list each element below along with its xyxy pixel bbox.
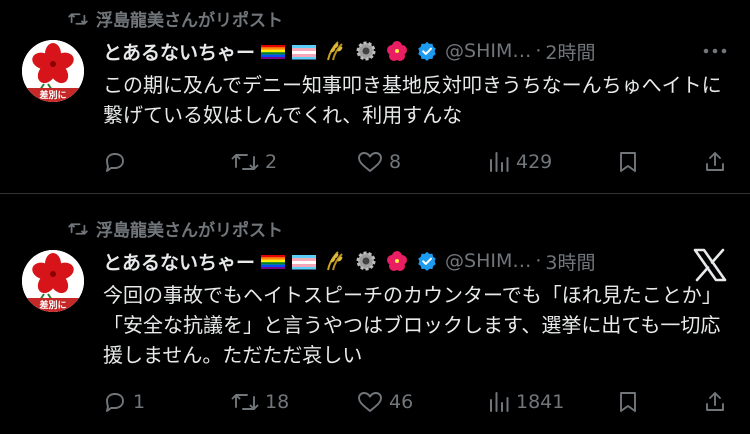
like-button[interactable]: 8 [357,150,401,174]
repost-icon [231,154,259,170]
timestamp[interactable]: 3時間 [545,248,595,275]
repost-icon [68,222,88,235]
view-count: 1841 [516,391,565,413]
share-button[interactable] [703,390,727,414]
action-bar: 2 8 429 [103,147,733,177]
rainbow-flag-icon [261,255,286,269]
repost-icon [231,394,259,410]
hibiscus-avatar-image: 差別に [22,250,84,312]
repost-label: 浮島龍美さんがリポスト [96,221,283,241]
share-icon [706,392,724,411]
verified-badge-icon [418,251,436,271]
bookmark-button[interactable] [617,390,639,414]
action-bar: 1 18 46 1841 [103,387,733,417]
hibiscus-icon [387,41,408,61]
repost-button[interactable]: 2 [231,150,277,174]
trans-flag-icon [292,255,317,270]
like-count: 46 [389,391,414,413]
rainbow-flag-icon [261,45,286,59]
bookmark-icon [620,392,636,412]
verified-badge-icon [418,41,436,61]
tweet-header: とあるないちゃー @SHIM… · 3時間 [103,246,730,276]
like-icon [358,392,382,412]
views-icon [490,152,509,172]
repost-label: 浮島龍美さんがリポスト [96,11,283,31]
repost-icon [68,12,88,25]
rice-icon [327,41,343,61]
share-icon [706,152,724,171]
author-handle[interactable]: @SHIM… [445,40,531,62]
tweet-header: とあるないちゃー @SHIM… · 2時間 [103,36,730,66]
avatar-text: 差別に [39,89,66,101]
bookmark-button[interactable] [617,150,639,174]
rice-icon [327,251,343,271]
timestamp[interactable]: 2時間 [545,38,595,65]
more-icon[interactable] [702,44,728,58]
repost-count: 2 [265,151,278,173]
trans-flag-icon [292,45,317,60]
reply-button[interactable]: 1 [103,390,145,414]
author-name[interactable]: とあるないちゃー [103,248,255,275]
gear-icon [356,41,376,61]
view-count: 429 [516,151,553,173]
bookmark-icon [620,152,636,172]
repost-count: 18 [265,391,290,413]
hibiscus-avatar-image: 差別に [22,40,84,102]
avatar-text: 差別に [39,299,66,311]
repost-indicator[interactable]: 浮島龍美さんがリポスト [68,6,283,31]
tweet-text: この期に及んでデニー知事叩き基地反対叩きうちなーんちゅへイトに繋げている奴はしん… [103,73,722,127]
tweet[interactable]: 浮島龍美さんがリポスト 差別に とあるないちゃー @SHIM… · 2時間 この… [0,0,750,193]
tweet-text: 今回の事故でもヘイトスピーチのカウンターでも「ほれ見たことか」「安全な抗議を」と… [103,283,722,367]
author-name[interactable]: とあるないちゃー [103,38,255,65]
like-icon [358,152,382,172]
repost-button[interactable]: 18 [231,390,289,414]
reply-button[interactable] [103,150,133,174]
separator: · [535,40,542,62]
avatar[interactable]: 差別に [22,250,84,312]
hibiscus-icon [387,251,408,271]
gear-icon [356,251,376,271]
views-icon [490,392,509,412]
avatar[interactable]: 差別に [22,40,84,102]
repost-indicator[interactable]: 浮島龍美さんがリポスト [68,216,283,241]
reply-count: 1 [133,391,146,413]
share-button[interactable] [703,150,727,174]
tweet[interactable]: 浮島龍美さんがリポスト 差別に とあるないちゃー @SHIM… · 3時間 今回… [0,194,750,434]
like-button[interactable]: 46 [357,390,413,414]
reply-icon [106,393,124,412]
views-button[interactable]: 429 [488,150,552,174]
reply-icon [106,153,124,172]
author-handle[interactable]: @SHIM… [445,250,531,272]
x-logo-icon[interactable] [692,247,728,283]
like-count: 8 [389,151,402,173]
separator: · [535,250,542,272]
views-button[interactable]: 1841 [488,390,564,414]
